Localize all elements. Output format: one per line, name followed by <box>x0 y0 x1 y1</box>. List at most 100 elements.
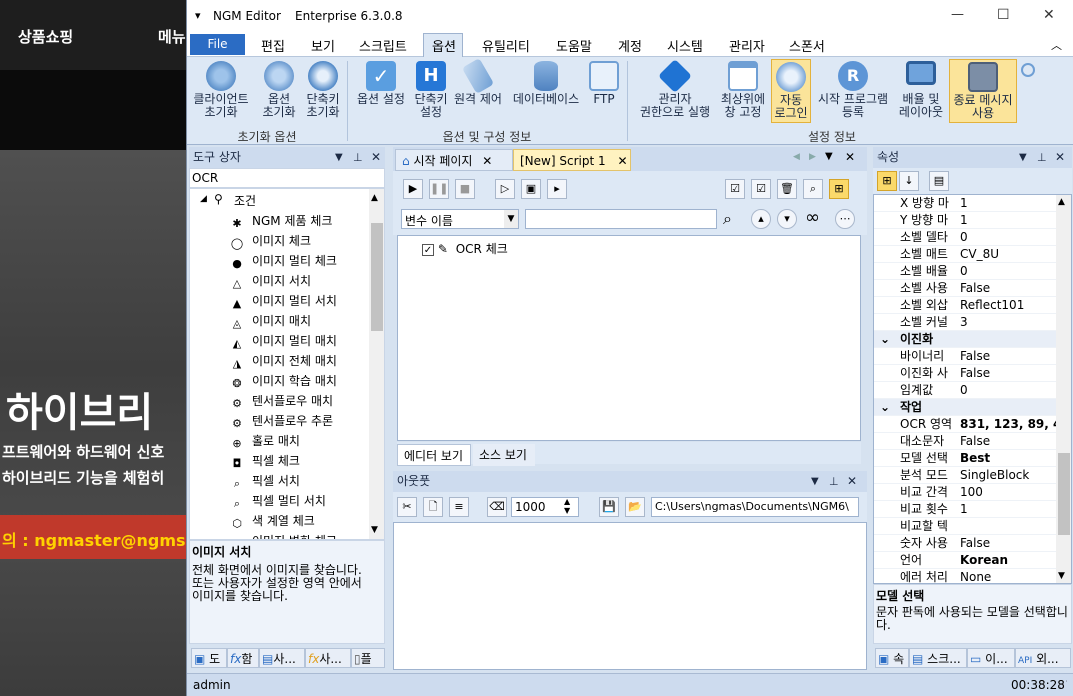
property-row[interactable]: 비교할 텍 <box>874 518 1056 535</box>
property-row[interactable]: 바이너리 False <box>874 348 1056 365</box>
property-value[interactable]: Best <box>960 450 1058 467</box>
startup-register-button[interactable]: R 시작 프로그램 등록 <box>813 61 893 119</box>
property-value[interactable]: Reflect101 <box>960 297 1058 314</box>
section-collapse-icon[interactable]: ⌄ <box>880 331 890 348</box>
search-button[interactable]: ⌕ <box>803 179 823 199</box>
property-row[interactable]: 소벨 델타 0 <box>874 229 1056 246</box>
categorized-view-button[interactable]: ⊞ <box>877 171 897 191</box>
property-pages-button[interactable]: ▤ <box>929 171 949 191</box>
script-editor-area[interactable]: ✓ ✎ OCR 체크 <box>397 235 861 441</box>
scroll-up-icon[interactable]: ▲ <box>371 193 378 203</box>
collapse-ribbon-icon[interactable]: ︿ <box>1051 37 1062 53</box>
stop-button[interactable]: ■ <box>455 179 475 199</box>
toolbox-item[interactable]: ◯ 이미지 체크 <box>230 231 311 251</box>
toolbox-item[interactable]: ⚙ 텐서플로우 매치 <box>230 391 333 411</box>
section-collapse-icon[interactable]: ⌄ <box>880 399 890 416</box>
close-button[interactable]: ✕ <box>1043 7 1055 23</box>
hotkey-settings-button[interactable]: H 단축키 설정 <box>411 61 451 119</box>
scroll-thumb[interactable] <box>1058 453 1070 535</box>
toolbox-bottom-tab-toolbox[interactable]: ▣ 도 <box>191 648 227 668</box>
property-value[interactable]: 1 <box>960 195 1058 212</box>
site-nav-shopping[interactable]: 상품쇼핑 <box>18 26 73 47</box>
tree-root-label[interactable]: 조건 <box>234 192 256 209</box>
toolbox-bottom-tab-user-fx[interactable]: fx사... <box>305 648 351 668</box>
title-bar[interactable]: ▾ NGM Editor Enterprise 6.3.0.8 — ☐ ✕ <box>187 0 1073 33</box>
toolbox-item[interactable]: ⊕ 홀로 매치 <box>230 431 300 451</box>
run-selection-button[interactable]: ▣ <box>521 179 541 199</box>
step-button[interactable]: ▷ <box>495 179 515 199</box>
toolbox-close-icon[interactable]: ✕ <box>371 147 381 168</box>
maximize-button[interactable]: ☐ <box>997 7 1010 23</box>
toolbox-item[interactable]: ⌕ 픽셀 서치 <box>230 471 300 491</box>
property-row[interactable]: 소벨 사용 False <box>874 280 1056 297</box>
property-value[interactable]: 100 <box>960 484 1058 501</box>
output-log-area[interactable] <box>393 522 867 670</box>
menu-system[interactable]: 시스템 <box>667 36 703 55</box>
property-value[interactable]: None <box>960 569 1058 583</box>
tab-source-view[interactable]: 소스 보기 <box>473 444 535 466</box>
property-row[interactable]: 대소문자 False <box>874 433 1056 450</box>
property-value[interactable]: False <box>960 280 1058 297</box>
client-reset-button[interactable]: 클라이언트 초기화 <box>193 61 249 119</box>
toolbox-item[interactable]: ✱ NGM 제품 체크 <box>230 211 332 231</box>
scroll-thumb[interactable] <box>371 223 383 331</box>
exit-message-button[interactable]: 종료 메시지 사용 <box>949 59 1017 123</box>
property-value[interactable]: 0 <box>960 229 1058 246</box>
stepper-up-icon[interactable]: ▲ <box>564 497 570 506</box>
property-row[interactable]: 숫자 사용 False <box>874 535 1056 552</box>
search-icon[interactable]: ⌕ <box>723 209 732 229</box>
toolbox-bottom-tab-functions[interactable]: fx함 <box>227 648 259 668</box>
toolbox-item[interactable]: ● 이미지 멀티 체크 <box>230 251 337 271</box>
ftp-button[interactable]: FTP <box>587 61 621 106</box>
menu-sponsor[interactable]: 스폰서 <box>789 36 825 55</box>
editor-close-icon[interactable]: ✕ <box>845 150 855 164</box>
property-row[interactable]: 모델 선택 Best <box>874 450 1056 467</box>
props-bottom-tab-external[interactable]: API 외... <box>1015 648 1071 668</box>
output-new-button[interactable]: 🗋 <box>423 497 443 517</box>
remote-control-button[interactable]: 원격 제어 <box>453 58 503 106</box>
tab-script-1[interactable]: [New] Script 1 ✕ <box>513 149 631 171</box>
property-row[interactable]: 에러 처리 None <box>874 569 1058 583</box>
database-button[interactable]: 데이터베이스 <box>509 61 583 106</box>
scroll-down-icon[interactable]: ▼ <box>371 525 378 535</box>
resize-grip-icon[interactable]: ⋰ <box>1059 674 1068 696</box>
property-row[interactable]: X 방향 마 1 <box>874 195 1056 212</box>
props-bottom-tab-properties[interactable]: ▣ 속 <box>875 648 909 668</box>
check-all-button[interactable]: ☑ <box>725 179 745 199</box>
options-settings-button[interactable]: ✓ 옵션 설정 <box>351 61 411 106</box>
menu-options[interactable]: 옵션 <box>432 36 456 55</box>
minimize-button[interactable]: — <box>951 7 964 22</box>
property-row[interactable]: OCR 영역 831, 123, 89, 4 <box>874 416 1058 433</box>
file-menu-button[interactable]: File <box>190 34 245 55</box>
properties-pin-icon[interactable]: ⊥ <box>1037 147 1047 168</box>
script-item-ocr-check[interactable]: ✓ ✎ OCR 체크 <box>422 240 508 257</box>
run-from-button[interactable]: ▸ <box>547 179 567 199</box>
scroll-down-icon[interactable]: ▼ <box>1058 571 1065 581</box>
play-button[interactable]: ▶ <box>403 179 423 199</box>
toolbox-item[interactable]: △ 이미지 서치 <box>230 271 311 291</box>
property-value[interactable]: 1 <box>960 501 1058 518</box>
tab-scroll-left-icon[interactable]: ◀ <box>793 152 800 162</box>
variable-name-dropdown[interactable]: 변수 이름 ▼ <box>401 209 519 229</box>
eraser-button[interactable]: ⌫ <box>487 497 507 517</box>
property-row[interactable]: 소벨 배율 0 <box>874 263 1056 280</box>
tree-collapse-icon[interactable]: ◢ <box>200 194 207 204</box>
property-row[interactable]: 소벨 커널 3 <box>874 314 1056 331</box>
infinity-icon[interactable]: ∞ <box>805 207 820 228</box>
toolbox-item[interactable]: ▢이미지 변화 체크 <box>230 531 337 539</box>
output-count-stepper[interactable]: 1000 ▲ ▼ <box>511 497 579 517</box>
property-value[interactable]: False <box>960 365 1058 382</box>
output-pin-icon[interactable]: ⊥ <box>829 471 839 492</box>
property-section[interactable]: ⌄ 작업 <box>874 399 1056 416</box>
property-value[interactable]: 0 <box>960 263 1058 280</box>
properties-close-icon[interactable]: ✕ <box>1055 147 1065 168</box>
toolbox-item[interactable]: ◭ 이미지 멀티 매치 <box>230 331 337 351</box>
ribbon-options-icon[interactable] <box>1021 63 1035 77</box>
menu-edit[interactable]: 편집 <box>261 36 285 55</box>
tree-view-button[interactable]: ⊞ <box>829 179 849 199</box>
property-row[interactable]: Y 방향 마 1 <box>874 212 1056 229</box>
menu-utility[interactable]: 유틸리티 <box>482 36 530 55</box>
props-bottom-tab-image[interactable]: ▭ 이... <box>967 648 1015 668</box>
log-path-field[interactable]: C:\Users\ngmas\Documents\NGM6\ <box>651 497 859 517</box>
tab-list-icon[interactable]: ▼ <box>825 151 833 162</box>
